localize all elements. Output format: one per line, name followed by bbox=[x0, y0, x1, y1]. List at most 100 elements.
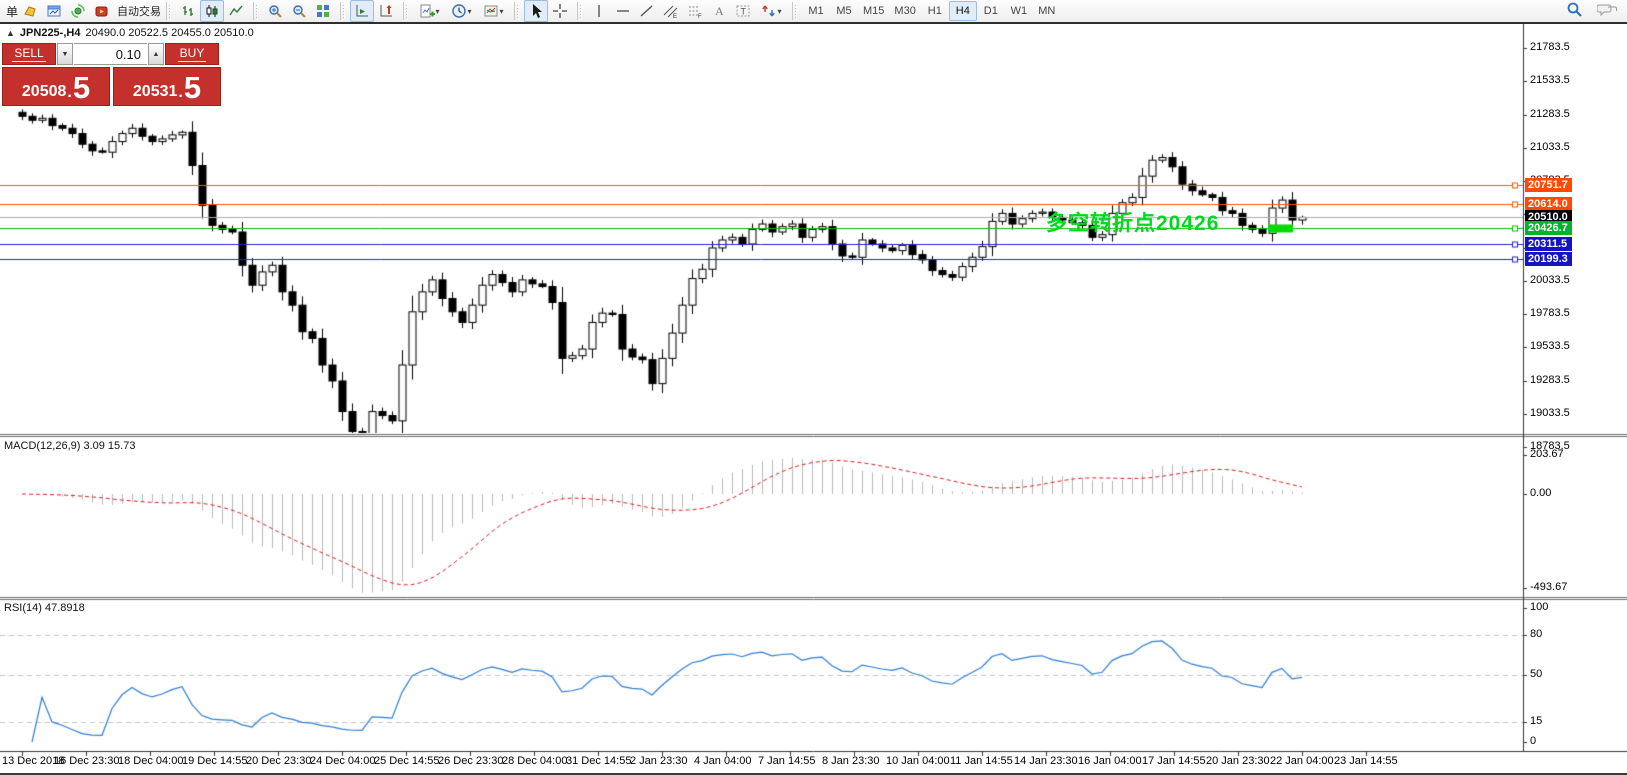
timeframe-group: M1M5M15M30H1H4D1W1MN bbox=[799, 0, 1064, 23]
vertical-line-icon[interactable] bbox=[587, 0, 611, 22]
time-axis-label: 2 Jan 23:30 bbox=[630, 755, 688, 767]
time-axis-label: 10 Jan 04:00 bbox=[886, 755, 950, 767]
time-axis-label: 24 Dec 04:00 bbox=[310, 755, 375, 767]
timeframe-d1[interactable]: D1 bbox=[977, 1, 1005, 21]
svg-text:A: A bbox=[715, 4, 724, 18]
indicators-icon[interactable]: ▾ bbox=[413, 0, 445, 22]
main-toolbar: 单 自动交易 bbox=[0, 0, 1627, 24]
macd-tick-label: 203.67 bbox=[1530, 448, 1564, 460]
time-axis-label: 17 Jan 14:55 bbox=[1142, 755, 1206, 767]
time-axis-label: 19 Dec 14:55 bbox=[182, 755, 247, 767]
volume-decrease-button[interactable]: ▼ bbox=[57, 43, 73, 65]
bar-chart-icon[interactable] bbox=[176, 0, 200, 22]
time-axis-label: 14 Jan 23:30 bbox=[1014, 755, 1078, 767]
price-level-badge: 20751.7 bbox=[1525, 178, 1572, 192]
time-axis-label: 4 Jan 04:00 bbox=[694, 755, 752, 767]
templates-icon[interactable]: ▾ bbox=[477, 0, 509, 22]
trendline-icon[interactable] bbox=[635, 0, 659, 22]
price-level-badge: 20614.0 bbox=[1525, 197, 1572, 211]
text-label-icon[interactable]: T bbox=[731, 0, 755, 22]
chart-title: ▲ JPN225-,H4 20490.0 20522.5 20455.0 205… bbox=[6, 27, 254, 39]
market-watch-icon[interactable] bbox=[18, 0, 42, 22]
rsi-tick-label: 80 bbox=[1530, 628, 1542, 640]
price-tick-label: 21283.5 bbox=[1530, 108, 1570, 120]
chart-shift-icon[interactable] bbox=[374, 0, 398, 22]
volume-increase-button[interactable]: ▲ bbox=[148, 43, 164, 65]
time-axis-label: 25 Dec 14:55 bbox=[374, 755, 439, 767]
time-axis-label: 20 Dec 23:30 bbox=[246, 755, 311, 767]
periods-icon[interactable]: ▾ bbox=[445, 0, 477, 22]
macd-label: MACD(12,26,9) 3.09 15.73 bbox=[4, 440, 135, 452]
chart-ohlc-values: 20490.0 20522.5 20455.0 20510.0 bbox=[85, 27, 253, 39]
time-axis-label: 23 Jan 14:55 bbox=[1334, 755, 1398, 767]
price-tick-label: 19283.5 bbox=[1530, 374, 1570, 386]
arrows-icon[interactable]: ▾ bbox=[755, 0, 787, 22]
price-tick-label: 21783.5 bbox=[1530, 41, 1570, 53]
svg-text:E: E bbox=[673, 14, 677, 19]
time-axis-label: 16 Dec 23:30 bbox=[54, 755, 119, 767]
crosshair-icon[interactable] bbox=[548, 0, 572, 22]
time-axis-label: 8 Jan 23:30 bbox=[822, 755, 880, 767]
fibonacci-icon[interactable]: F bbox=[683, 0, 707, 22]
buy-price[interactable]: 20531.5 bbox=[113, 67, 221, 106]
time-axis-label: 28 Dec 04:00 bbox=[502, 755, 567, 767]
price-chart-canvas[interactable] bbox=[0, 24, 1627, 773]
time-axis-label: 31 Dec 14:55 bbox=[566, 755, 631, 767]
timeframe-m15[interactable]: M15 bbox=[858, 1, 889, 21]
chart-window: ▲ JPN225-,H4 20490.0 20522.5 20455.0 205… bbox=[0, 24, 1627, 775]
one-click-trade-panel: SELL ▼ ▲ BUY 20508.5 20531.5 bbox=[2, 43, 221, 106]
horizontal-line-icon[interactable] bbox=[611, 0, 635, 22]
macd-tick-label: 0.00 bbox=[1530, 487, 1551, 499]
svg-text:T: T bbox=[741, 7, 747, 17]
buy-button[interactable]: BUY bbox=[165, 43, 219, 65]
search-icon[interactable] bbox=[1566, 1, 1583, 21]
svg-text:F: F bbox=[698, 14, 702, 19]
time-axis-label: 26 Dec 23:30 bbox=[438, 755, 503, 767]
sell-price[interactable]: 20508.5 bbox=[2, 67, 110, 106]
zoom-out-icon[interactable] bbox=[287, 0, 311, 22]
auto-scroll-icon[interactable] bbox=[350, 0, 374, 22]
macd-tick-label: -493.67 bbox=[1530, 581, 1567, 593]
price-level-badge: 20311.5 bbox=[1525, 237, 1572, 251]
time-axis-label: 7 Jan 14:55 bbox=[758, 755, 816, 767]
price-tick-label: 19533.5 bbox=[1530, 340, 1570, 352]
text-icon[interactable]: A bbox=[707, 0, 731, 22]
volume-input[interactable] bbox=[74, 47, 147, 62]
autotrading-icon[interactable] bbox=[90, 0, 114, 22]
price-tick-label: 21033.5 bbox=[1530, 141, 1570, 153]
timeframe-w1[interactable]: W1 bbox=[1005, 1, 1033, 21]
timeframe-m5[interactable]: M5 bbox=[830, 1, 858, 21]
price-tick-label: 19783.5 bbox=[1530, 307, 1570, 319]
time-axis-label: 20 Jan 23:30 bbox=[1206, 755, 1270, 767]
zoom-in-icon[interactable] bbox=[263, 0, 287, 22]
timeframe-h1[interactable]: H1 bbox=[921, 1, 949, 21]
time-axis-label: 22 Jan 04:00 bbox=[1270, 755, 1334, 767]
chat-icon[interactable] bbox=[1597, 2, 1617, 21]
time-axis-label: 11 Jan 14:55 bbox=[950, 755, 1013, 767]
timeframe-h4[interactable]: H4 bbox=[949, 1, 977, 21]
price-tick-label: 19033.5 bbox=[1530, 407, 1570, 419]
turning-point-annotation[interactable]: 多空转折点20426 bbox=[1046, 207, 1219, 237]
price-tick-label: 21533.5 bbox=[1530, 74, 1570, 86]
tile-windows-icon[interactable] bbox=[311, 0, 335, 22]
new-order-button[interactable]: 单 bbox=[6, 3, 18, 20]
sell-button[interactable]: SELL bbox=[2, 43, 56, 65]
price-level-badge: 20426.7 bbox=[1525, 221, 1572, 235]
time-axis-label: 16 Jan 04:00 bbox=[1078, 755, 1142, 767]
timeframe-m1[interactable]: M1 bbox=[802, 1, 830, 21]
timeframe-m30[interactable]: M30 bbox=[889, 1, 920, 21]
candlestick-chart-icon[interactable] bbox=[200, 0, 224, 22]
chart-window-icon: ▲ bbox=[6, 28, 15, 38]
chart-symbol-period: JPN225-,H4 bbox=[20, 27, 81, 39]
rsi-tick-label: 50 bbox=[1530, 668, 1542, 680]
rsi-label: RSI(14) 47.8918 bbox=[4, 602, 85, 614]
data-window-icon[interactable] bbox=[42, 0, 66, 22]
line-chart-icon[interactable] bbox=[224, 0, 248, 22]
cursor-icon[interactable] bbox=[524, 0, 548, 22]
timeframe-mn[interactable]: MN bbox=[1033, 1, 1061, 21]
rsi-tick-label: 100 bbox=[1530, 601, 1548, 613]
price-tick-label: 20033.5 bbox=[1530, 274, 1570, 286]
navigator-icon[interactable] bbox=[66, 0, 90, 22]
channel-icon[interactable]: E bbox=[659, 0, 683, 22]
autotrading-label[interactable]: 自动交易 bbox=[117, 3, 161, 19]
